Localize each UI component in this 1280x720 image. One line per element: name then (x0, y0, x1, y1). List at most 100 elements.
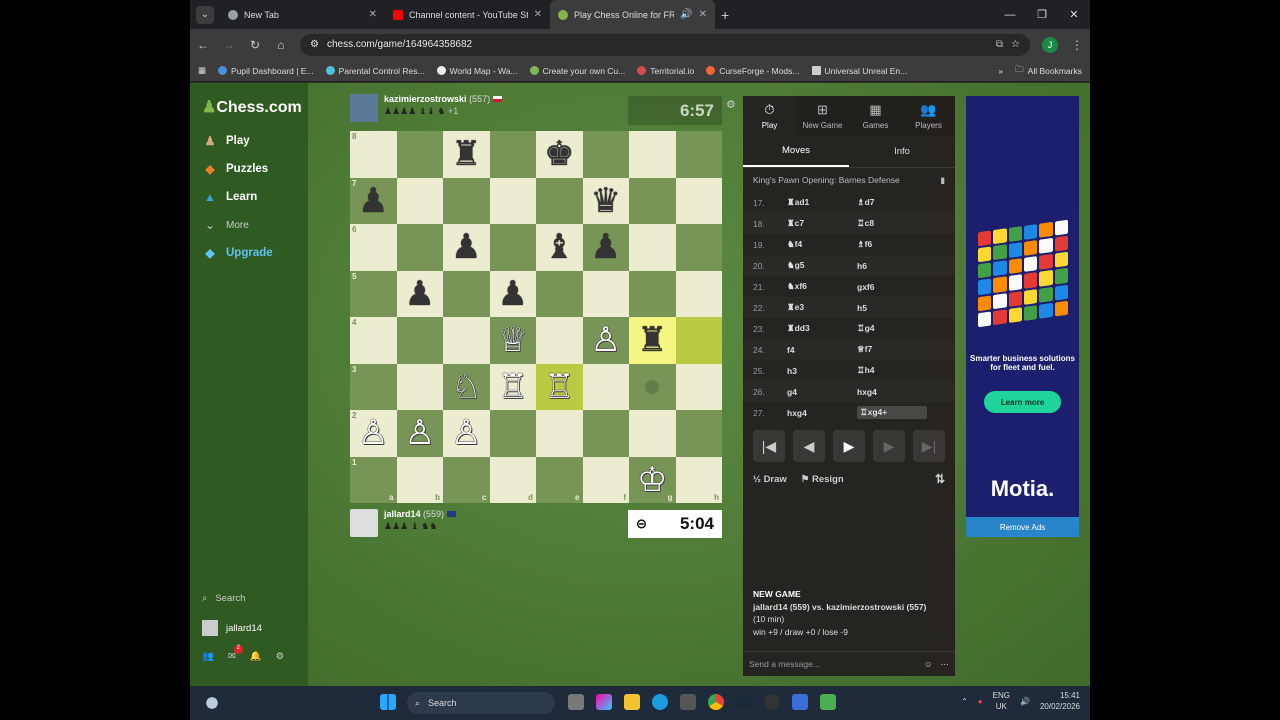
square-a3[interactable]: 3 (350, 363, 397, 410)
steam-icon[interactable] (736, 694, 752, 710)
black-move[interactable]: ♖xg4+ (857, 406, 927, 419)
flip-board-icon[interactable]: ⇅ (935, 472, 945, 486)
square-c3[interactable]: ♘ (443, 363, 490, 410)
square-f4[interactable]: ♙ (582, 317, 629, 364)
close-tab-icon[interactable]: ✕ (534, 9, 542, 20)
tab-chess[interactable]: Play Chess Online for FREE 🔊 ✕ (550, 0, 715, 29)
square-g7[interactable] (629, 177, 676, 224)
bookmark[interactable]: Territorial.io (637, 66, 694, 76)
white-move[interactable]: ♜c7 (787, 218, 857, 229)
language-indicator[interactable]: ENG UK (993, 690, 1010, 712)
square-a5[interactable]: 5 (350, 270, 397, 317)
chrome-icon[interactable] (708, 694, 724, 710)
tab-youtube-studio[interactable]: Channel content - YouTube Stu ✕ (385, 0, 550, 29)
square-h6[interactable] (675, 224, 722, 271)
white-piece[interactable]: ♕ (498, 323, 528, 357)
square-b1[interactable]: b (396, 456, 443, 503)
close-tab-icon[interactable]: ✕ (369, 9, 377, 20)
install-app-icon[interactable]: ⧉ (996, 39, 1003, 50)
square-b7[interactable] (396, 177, 443, 224)
square-h1[interactable]: h (675, 456, 722, 503)
square-b4[interactable] (396, 317, 443, 364)
profile-avatar[interactable]: J (1042, 36, 1058, 53)
black-piece[interactable]: ♟ (451, 230, 481, 264)
black-move[interactable]: gxf6 (857, 282, 927, 292)
black-move[interactable]: h6 (857, 261, 927, 271)
opponent-avatar[interactable] (350, 94, 378, 122)
mail-icon[interactable]: ✉ 2 (228, 645, 243, 662)
black-move[interactable]: h5 (857, 303, 927, 313)
black-move[interactable]: hxg4 (857, 387, 927, 397)
white-move[interactable]: ♜ad1 (787, 197, 857, 208)
prev-move-button[interactable]: ◀ (793, 430, 825, 462)
square-a8[interactable]: 8 (350, 131, 397, 178)
square-e8[interactable]: ♚ (536, 131, 583, 178)
sidebar-user[interactable]: jallard14 (202, 620, 262, 636)
square-e5[interactable] (536, 270, 583, 317)
square-a4[interactable]: 4 (350, 317, 397, 364)
windows-start-icon[interactable] (380, 694, 396, 710)
reload-icon[interactable]: ↻ (248, 38, 262, 52)
close-window-icon[interactable]: ✕ (1058, 8, 1090, 21)
square-h2[interactable] (675, 410, 722, 457)
kebab-menu-icon[interactable]: ⋮ (1070, 38, 1084, 52)
tray-app-icon[interactable]: ● (978, 697, 983, 706)
square-f2[interactable] (582, 410, 629, 457)
black-piece[interactable]: ♟ (498, 277, 528, 311)
white-piece[interactable]: ♙ (358, 416, 388, 450)
white-move[interactable]: ♜dd3 (787, 323, 857, 334)
white-piece[interactable]: ♙ (591, 323, 621, 357)
black-move[interactable]: ♖h4 (857, 365, 927, 376)
site-info-icon[interactable]: ⚙ (310, 39, 319, 50)
copilot-icon[interactable] (596, 694, 612, 710)
white-move[interactable]: ♞g5 (787, 260, 857, 271)
white-piece[interactable]: ♘ (451, 370, 481, 404)
square-b3[interactable] (396, 363, 443, 410)
more-bookmarks-icon[interactable]: » (998, 66, 1003, 76)
black-piece[interactable]: ♟ (405, 277, 435, 311)
square-h4[interactable] (675, 317, 722, 364)
volume-icon[interactable]: 🔊 (1020, 697, 1030, 706)
minecraft-icon[interactable] (820, 694, 836, 710)
white-move[interactable]: hxg4 (787, 408, 857, 418)
square-g8[interactable] (629, 131, 676, 178)
square-h7[interactable] (675, 177, 722, 224)
tab-play[interactable]: ⏱ Play (743, 96, 796, 136)
bookmark[interactable]: Pupil Dashboard | E... (218, 66, 314, 76)
white-move[interactable]: f4 (787, 345, 857, 355)
player-avatar[interactable] (350, 509, 378, 537)
square-d8[interactable] (489, 131, 536, 178)
emoji-icon[interactable]: ☺ (924, 659, 933, 670)
square-g1[interactable]: g ♔ (629, 456, 676, 503)
more-icon[interactable]: ⋯ (941, 659, 950, 670)
chat-input[interactable]: Send a message... ☺ ⋯ (743, 651, 955, 676)
file-explorer-icon[interactable] (624, 694, 640, 710)
square-f3[interactable] (582, 363, 629, 410)
square-g5[interactable] (629, 270, 676, 317)
square-d3[interactable]: ♖ (489, 363, 536, 410)
chesscom-logo[interactable]: ♟Chess.com (202, 97, 302, 117)
remove-ads-link[interactable]: Remove Ads (966, 517, 1079, 537)
bookmark[interactable]: Create your own Cu... (529, 66, 625, 76)
move-list[interactable]: 17. ♜ad1 ♗d7 18. ♜c7 ♖c8 19. ♞f4 ♗f6 20. ♞g5 h6 21. ♞… (743, 192, 955, 420)
audio-icon[interactable]: 🔊 (680, 9, 692, 20)
sidebar-item-upgrade[interactable]: ◆ Upgrade (202, 246, 272, 260)
square-c4[interactable] (443, 317, 490, 364)
url-field[interactable]: ⚙ chess.com/game/164964358682 ⧉ ☆ (300, 33, 1030, 56)
settings-icon[interactable]: ⚙ (276, 651, 285, 662)
square-g4[interactable]: ♜ (629, 317, 676, 364)
bookmark[interactable]: Universal Unreal En... (811, 66, 907, 76)
square-f8[interactable] (582, 131, 629, 178)
black-piece[interactable]: ♚ (544, 137, 574, 171)
last-move-button[interactable]: ▶| (913, 430, 945, 462)
forward-icon[interactable]: → (222, 38, 236, 52)
tab-players[interactable]: 👥 Players (902, 96, 955, 136)
legal-move-dot[interactable] (645, 379, 660, 394)
tab-new-tab[interactable]: New Tab ✕ (220, 0, 385, 29)
friends-icon[interactable]: 👥 (202, 651, 214, 662)
home-icon[interactable]: ⌂ (274, 38, 288, 52)
player-name[interactable]: jallard14 (384, 509, 421, 519)
square-c7[interactable] (443, 177, 490, 224)
square-b2[interactable]: ♙ (396, 410, 443, 457)
resign-button[interactable]: ⚑ Resign (801, 474, 844, 485)
